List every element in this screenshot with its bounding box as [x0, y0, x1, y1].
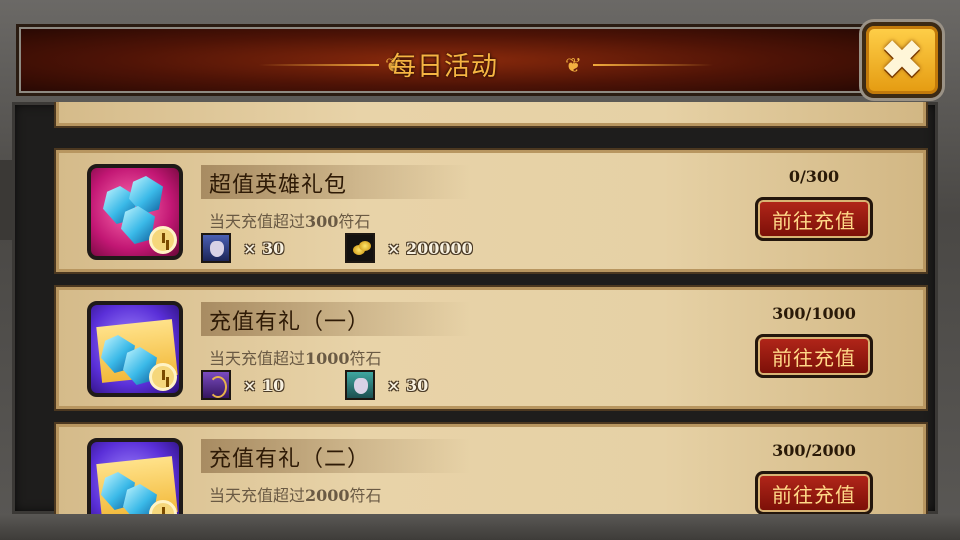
- card-requirement: 当天充值超过2000符石: [209, 486, 382, 505]
- reward-quantity: × 200000: [387, 238, 473, 258]
- reward-item: × 30: [201, 231, 284, 265]
- title-bar: ❦ 每日活动 ❦: [16, 24, 872, 96]
- hero-portrait-icon[interactable]: [201, 233, 231, 263]
- title-ornament-right: [593, 64, 713, 66]
- reward-quantity: × 30: [243, 238, 285, 258]
- go-recharge-button[interactable]: 前往充值: [755, 334, 873, 378]
- go-recharge-button[interactable]: 前往充值: [755, 197, 873, 241]
- activity-card-partial: [56, 102, 926, 126]
- progress-text: 0/300: [788, 167, 840, 186]
- hero-portrait-icon[interactable]: [345, 370, 375, 400]
- activity-card: 充值有礼（二） 当天充值超过2000符石 300/2000 前往充值: [56, 424, 926, 514]
- ornament-icon: ❦: [565, 53, 582, 77]
- clock-icon: [149, 363, 177, 391]
- gem-card-icon: [87, 301, 183, 397]
- activity-card: 充值有礼（一） 当天充值超过1000符石 × 10 × 30 300/1000 …: [56, 287, 926, 409]
- card-requirement: 当天充值超过300符石: [209, 212, 371, 231]
- card-title: 超值英雄礼包: [209, 173, 348, 198]
- go-recharge-button[interactable]: 前往充值: [755, 471, 873, 514]
- gem-bag-icon: [87, 164, 183, 260]
- whip-icon[interactable]: [201, 370, 231, 400]
- card-title: 充值有礼（一）: [209, 310, 371, 335]
- gem-card-icon: [87, 438, 183, 514]
- reward-quantity: × 30: [387, 375, 429, 395]
- activity-list[interactable]: 超值英雄礼包 当天充值超过300符石 × 30 × 200000 0/300 前…: [12, 102, 938, 514]
- reward-item: × 200000: [345, 231, 473, 265]
- card-requirement: 当天充值超过1000符石: [209, 349, 382, 368]
- clock-icon: [149, 226, 177, 254]
- window-title: 每日活动: [389, 52, 498, 82]
- card-title: 充值有礼（二）: [209, 447, 371, 472]
- close-x-icon: ✖: [879, 28, 925, 91]
- frame-edge: [0, 160, 12, 240]
- gold-coins-icon[interactable]: [345, 233, 375, 263]
- close-button[interactable]: ✖: [862, 22, 942, 98]
- progress-text: 300/1000: [772, 304, 856, 323]
- frame-bottom: [0, 514, 960, 540]
- activity-card: 超值英雄礼包 当天充值超过300符石 × 30 × 200000 0/300 前…: [56, 150, 926, 272]
- reward-item: × 10: [201, 368, 284, 402]
- reward-quantity: × 10: [243, 375, 285, 395]
- reward-item: × 30: [345, 368, 428, 402]
- progress-text: 300/2000: [772, 441, 856, 460]
